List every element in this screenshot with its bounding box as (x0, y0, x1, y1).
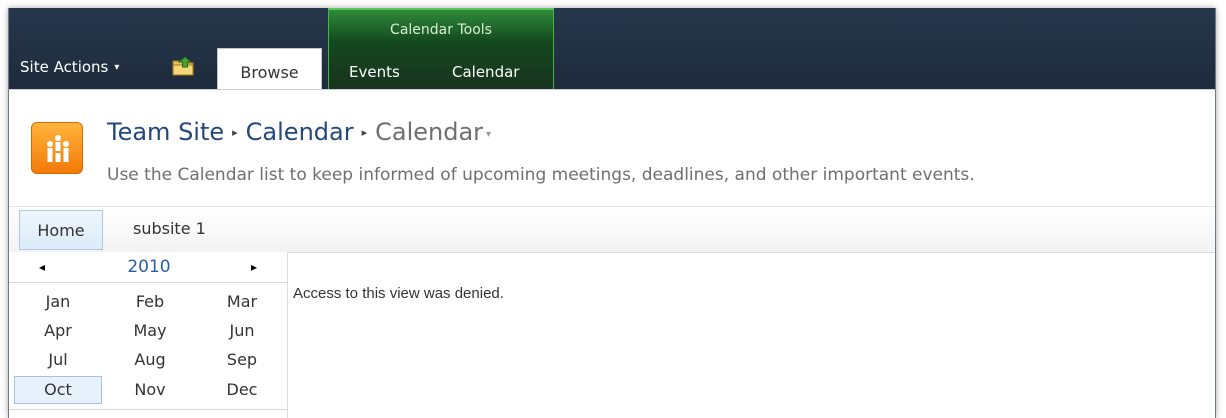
month-jun[interactable]: Jun (198, 317, 286, 345)
month-mar[interactable]: Mar (198, 288, 286, 316)
breadcrumb-separator-icon: ▸ (232, 126, 238, 139)
date-picker-divider (9, 409, 287, 410)
chevron-down-icon: ▾ (114, 62, 120, 73)
ribbon-bar: Site Actions ▾ Browse Calendar Tools Even… (9, 8, 1215, 89)
date-picker: ◂ 2010 ▸ Jan Feb Mar Apr May Jun Jul Aug… (9, 252, 288, 418)
topnav-item-home[interactable]: Home (19, 210, 103, 250)
title-area: Team Site ▸ Calendar ▸ Calendar ▾ Use the Cal… (9, 89, 1215, 207)
month-jan[interactable]: Jan (14, 288, 102, 316)
month-may[interactable]: May (106, 317, 194, 345)
month-oct[interactable]: Oct (14, 376, 102, 404)
tab-calendar[interactable]: Calendar (452, 63, 519, 81)
tab-browse[interactable]: Browse (217, 48, 322, 89)
month-feb[interactable]: Feb (106, 288, 194, 316)
current-view-label: Calendar (375, 118, 484, 146)
date-picker-header: ◂ 2010 ▸ (9, 252, 287, 283)
site-actions-label: Site Actions (20, 58, 109, 76)
top-navigation: Home subsite 1 (9, 206, 1215, 253)
previous-year-icon[interactable]: ◂ (39, 260, 45, 274)
breadcrumb-list-link[interactable]: Calendar (246, 118, 354, 146)
navigate-up-icon[interactable] (171, 55, 197, 77)
site-actions-menu[interactable]: Site Actions ▾ (20, 58, 119, 76)
date-picker-year[interactable]: 2010 (119, 257, 179, 277)
access-denied-message: Access to this view was denied. (293, 285, 504, 302)
tab-events[interactable]: Events (349, 63, 400, 81)
month-dec[interactable]: Dec (198, 376, 286, 404)
topnav-item-subsite-1[interactable]: subsite 1 (133, 219, 206, 238)
month-sep[interactable]: Sep (198, 346, 286, 374)
list-description: Use the Calendar list to keep informed o… (107, 165, 975, 185)
next-year-icon[interactable]: ▸ (251, 260, 257, 274)
month-apr[interactable]: Apr (14, 317, 102, 345)
calendar-tools-group: Calendar Tools Events Calendar (328, 8, 554, 89)
month-aug[interactable]: Aug (106, 346, 194, 374)
sharepoint-window: Site Actions ▾ Browse Calendar Tools Even… (8, 8, 1216, 418)
chevron-down-icon: ▾ (486, 129, 492, 140)
calendar-tools-title: Calendar Tools (390, 22, 492, 38)
breadcrumb: Team Site ▸ Calendar ▸ Calendar ▾ (107, 118, 491, 146)
month-nov[interactable]: Nov (106, 376, 194, 404)
site-logo-icon[interactable] (31, 122, 83, 174)
month-jul[interactable]: Jul (14, 346, 102, 374)
view-selector[interactable]: Calendar ▾ (375, 118, 491, 146)
breadcrumb-site-link[interactable]: Team Site (107, 118, 224, 146)
breadcrumb-separator-icon: ▸ (361, 126, 368, 139)
